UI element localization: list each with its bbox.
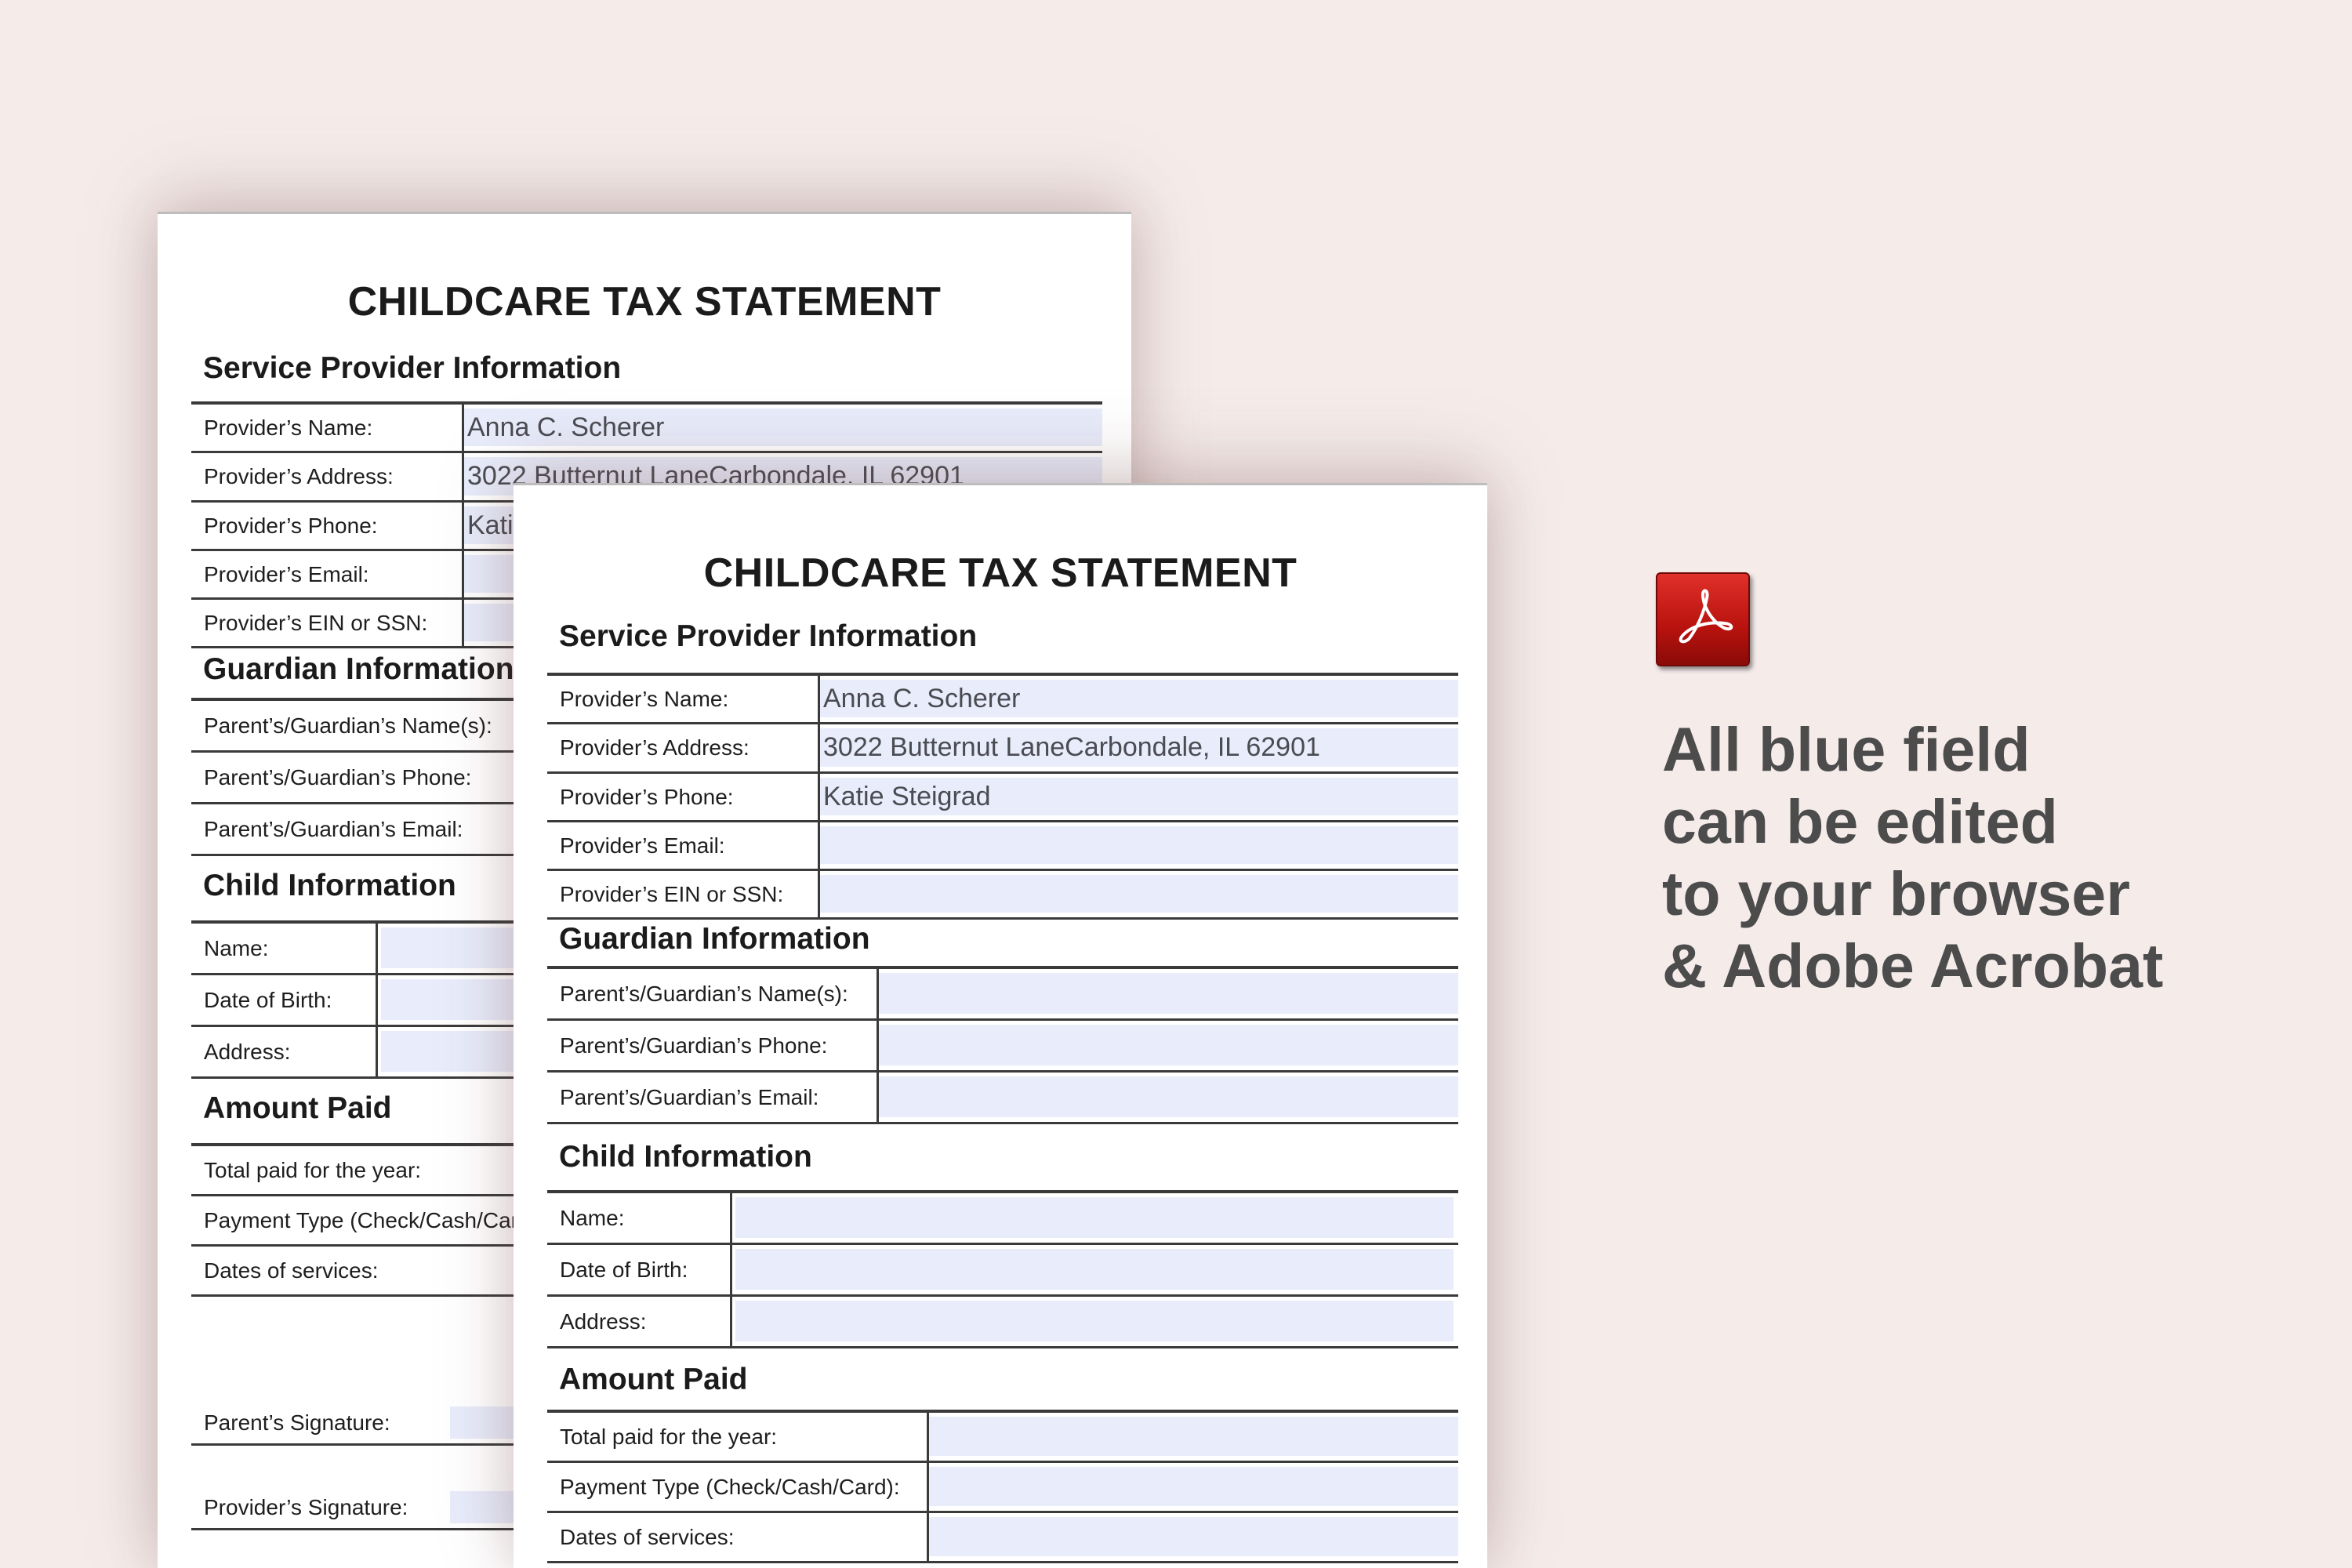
provider-name-row: Provider’s Name: Anna C. Scherer — [547, 676, 1458, 724]
field-label: Parent’s/Guardian’s Phone: — [560, 1033, 828, 1058]
form-title: CHILDCARE TAX STATEMENT — [703, 550, 1298, 596]
guardian-phone-row: Parent’s/Guardian’s Phone: — [547, 1021, 1458, 1073]
section-heading-amount: Amount Paid — [203, 1091, 392, 1125]
field-label: Provider’s Name: — [204, 415, 373, 440]
form-title: CHILDCARE TAX STATEMENT — [347, 279, 942, 325]
dates-of-services-row: Dates of services: — [547, 1513, 1458, 1563]
field-label: Parent’s/Guardian’s Name(s): — [560, 981, 848, 1006]
payment-type-row: Payment Type (Check/Cash/Card): — [547, 1463, 1458, 1513]
divider — [376, 924, 378, 973]
divider — [730, 1193, 732, 1243]
provider-phone-row: Provider’s Phone: Katie Steigrad — [547, 774, 1458, 822]
section-heading-child: Child Information — [203, 869, 456, 902]
field-label: Date of Birth: — [560, 1257, 688, 1282]
promo-line: can be edited — [1662, 786, 2058, 856]
field-label: Address: — [560, 1308, 647, 1334]
field-label: Parent’s/Guardian’s Email: — [204, 816, 463, 841]
section-heading-guardian: Guardian Information — [203, 652, 514, 686]
guardian-name-row: Parent’s/Guardian’s Name(s): — [547, 969, 1458, 1021]
field-label: Provider’s Address: — [560, 735, 750, 760]
form-sheet-front: CHILDCARE TAX STATEMENT Service Provider… — [514, 483, 1487, 1568]
field-label: Total paid for the year: — [560, 1424, 778, 1449]
field-label: Parent’s/Guardian’s Name(s): — [204, 713, 492, 738]
promo-line: to your browser — [1662, 858, 2130, 928]
divider — [730, 1297, 732, 1346]
section-heading-guardian: Guardian Information — [559, 922, 870, 956]
section-heading-provider: Service Provider Information — [559, 619, 978, 653]
section-heading-child: Child Information — [559, 1140, 812, 1174]
divider — [376, 975, 378, 1025]
child-dob-row: Date of Birth: — [547, 1245, 1458, 1297]
provider-name-row: Provider’s Name: Anna C. Scherer — [191, 405, 1102, 453]
child-dob-field[interactable] — [735, 1249, 1454, 1290]
field-label: Parent’s/Guardian’s Phone: — [204, 764, 472, 789]
provider-name-field[interactable]: Anna C. Scherer — [820, 680, 1458, 717]
field-label: Parent’s Signature: — [204, 1410, 390, 1435]
provider-address-field[interactable]: 3022 Butternut LaneCarbondale, IL 62901 — [820, 728, 1458, 767]
divider — [376, 1027, 378, 1076]
guardian-email-row: Parent’s/Guardian’s Email: — [547, 1073, 1458, 1124]
field-label: Provider’s Phone: — [204, 513, 378, 538]
field-label: Provider’s Address: — [204, 464, 394, 488]
provider-ein-row: Provider’s EIN or SSN: — [547, 871, 1458, 920]
section-heading-provider: Service Provider Information — [203, 351, 622, 385]
field-label: Payment Type (Check/Cash/Card): — [204, 1207, 544, 1232]
provider-name-field[interactable]: Anna C. Scherer — [464, 408, 1102, 446]
field-label: Total paid for the year: — [204, 1157, 422, 1182]
field-label: Date of Birth: — [204, 987, 332, 1012]
provider-ein-field[interactable] — [820, 875, 1458, 913]
field-label: Provider’s Email: — [204, 561, 369, 586]
field-label: Provider’s Phone: — [560, 784, 734, 809]
promo-line: & Adobe Acrobat — [1662, 931, 2164, 1000]
promo-text: All blue field can be edited to your bro… — [1662, 713, 2336, 1002]
provider-email-field[interactable] — [820, 826, 1458, 864]
field-label: Provider’s Name: — [560, 686, 729, 711]
adobe-acrobat-glyph — [1679, 589, 1733, 644]
child-name-field[interactable] — [735, 1197, 1454, 1238]
child-address-row: Address: — [547, 1297, 1458, 1348]
field-label: Dates of services: — [560, 1524, 735, 1549]
total-paid-field[interactable] — [929, 1417, 1458, 1456]
child-name-row: Name: — [547, 1193, 1458, 1245]
field-label: Payment Type (Check/Cash/Card): — [560, 1474, 900, 1499]
promo-line: All blue field — [1662, 714, 2031, 784]
guardian-phone-field[interactable] — [879, 1025, 1458, 1065]
section-heading-amount: Amount Paid — [559, 1363, 748, 1396]
adobe-acrobat-icon — [1656, 572, 1750, 666]
provider-email-row: Provider’s Email: — [547, 822, 1458, 871]
guardian-email-field[interactable] — [879, 1076, 1458, 1117]
field-label: Address: — [204, 1039, 291, 1064]
field-label: Name: — [204, 935, 269, 960]
divider — [730, 1245, 732, 1294]
provider-address-row: Provider’s Address: 3022 Butternut LaneC… — [547, 724, 1458, 774]
payment-type-field[interactable] — [929, 1467, 1458, 1506]
total-paid-row: Total paid for the year: — [547, 1413, 1458, 1463]
field-label: Parent’s/Guardian’s Email: — [560, 1084, 819, 1109]
provider-phone-field[interactable]: Katie Steigrad — [820, 778, 1458, 815]
field-label: Provider’s EIN or SSN: — [560, 881, 784, 906]
field-label: Provider’s Signature: — [204, 1494, 408, 1519]
guardian-name-field[interactable] — [879, 973, 1458, 1014]
dates-of-services-field[interactable] — [929, 1517, 1458, 1556]
field-label: Name: — [560, 1205, 625, 1230]
field-label: Provider’s EIN or SSN: — [204, 610, 428, 635]
child-address-field[interactable] — [735, 1301, 1454, 1341]
field-label: Provider’s Email: — [560, 833, 725, 858]
field-label: Dates of services: — [204, 1258, 379, 1283]
